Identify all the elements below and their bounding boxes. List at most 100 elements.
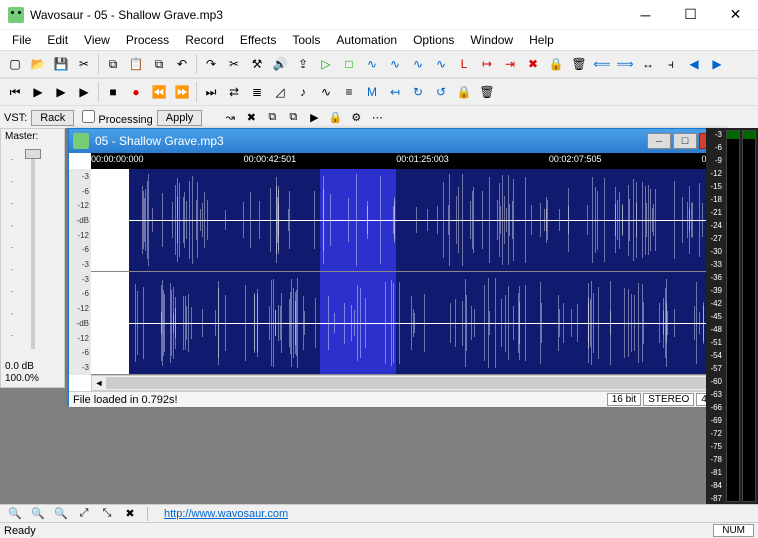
fit-sel-icon[interactable]: ⤢ bbox=[73, 506, 95, 522]
doc-maximize-button[interactable]: ☐ bbox=[673, 133, 697, 149]
arrow-r-icon[interactable]: ▶ bbox=[706, 53, 728, 75]
vst-r4-icon[interactable]: ⧉ bbox=[283, 109, 303, 127]
crop-icon[interactable]: ✂ bbox=[223, 53, 245, 75]
wavosaur-link[interactable]: http://www.wavosaur.com bbox=[164, 508, 288, 520]
vst-r5-icon[interactable]: ▶ bbox=[304, 109, 324, 127]
save-icon[interactable]: 💾 bbox=[50, 53, 72, 75]
snap-icon[interactable]: ⫞ bbox=[660, 53, 682, 75]
lock-icon[interactable]: 🔒 bbox=[545, 53, 567, 75]
marker-l-icon[interactable]: L bbox=[453, 53, 475, 75]
menu-process[interactable]: Process bbox=[118, 31, 177, 49]
redo-icon[interactable]: ↷ bbox=[200, 53, 222, 75]
spectrum-icon[interactable]: ≣ bbox=[246, 81, 268, 103]
app-status-bar: Ready NUM bbox=[0, 522, 758, 538]
scroll-thumb[interactable] bbox=[106, 377, 712, 389]
trim-icon[interactable]: ⧉ bbox=[148, 53, 170, 75]
menu-view[interactable]: View bbox=[76, 31, 118, 49]
fit-all-icon[interactable]: ⤡ bbox=[96, 506, 118, 522]
play-icon[interactable]: ▶ bbox=[27, 81, 49, 103]
menu-window[interactable]: Window bbox=[462, 31, 521, 49]
vst-r8-icon[interactable]: ⋯ bbox=[367, 109, 387, 127]
wave-l-icon[interactable]: ∿ bbox=[430, 53, 452, 75]
play-loop-icon[interactable]: ▶ bbox=[73, 81, 95, 103]
lock2-icon[interactable]: 🔒 bbox=[453, 81, 475, 103]
skip-icon[interactable]: ↔ bbox=[637, 53, 659, 75]
env-icon[interactable]: ◿ bbox=[269, 81, 291, 103]
vst-processing-checkbox[interactable]: Processing bbox=[82, 110, 152, 126]
marker-bold-icon[interactable]: ⇥ bbox=[499, 53, 521, 75]
arrow-l-icon[interactable]: ◀ bbox=[683, 53, 705, 75]
time-ruler[interactable]: 00:00:00:00000:00:42:50100:01:25:00300:0… bbox=[91, 153, 727, 169]
rewind-icon[interactable]: ⏮ bbox=[4, 81, 26, 103]
minimize-button[interactable]: ─ bbox=[623, 0, 668, 30]
doc-logo-icon bbox=[73, 133, 89, 149]
next-icon[interactable]: ⏩ bbox=[171, 81, 193, 103]
pitch-icon[interactable]: ♪ bbox=[292, 81, 314, 103]
play-green-icon[interactable]: ▷ bbox=[315, 53, 337, 75]
meter-tick: -39 bbox=[706, 286, 722, 295]
window-titlebar: Wavosaur - 05 - Shallow Grave.mp3 ─ ☐ ✕ bbox=[0, 0, 758, 30]
loop-r-icon[interactable]: ↺ bbox=[430, 81, 452, 103]
vst-rack-button[interactable]: Rack bbox=[31, 110, 74, 126]
new-icon[interactable]: ▢ bbox=[4, 53, 26, 75]
delete-icon[interactable]: 🗑 bbox=[568, 53, 590, 75]
vst-r3-icon[interactable]: ⧉ bbox=[262, 109, 282, 127]
menu-options[interactable]: Options bbox=[405, 31, 462, 49]
stop-green-icon[interactable]: □ bbox=[338, 53, 360, 75]
menu-file[interactable]: File bbox=[4, 31, 39, 49]
meter-bar-right bbox=[742, 130, 756, 502]
cut-icon[interactable]: ✂ bbox=[73, 53, 95, 75]
menu-help[interactable]: Help bbox=[521, 31, 562, 49]
doc-minimize-button[interactable]: ─ bbox=[647, 133, 671, 149]
vst-apply-button[interactable]: Apply bbox=[157, 110, 203, 126]
meter-tick: -60 bbox=[706, 377, 722, 386]
fit-x-icon[interactable]: ✖ bbox=[119, 506, 141, 522]
vst-r7-icon[interactable]: ⚙ bbox=[346, 109, 366, 127]
trash-icon[interactable]: 🗑 bbox=[476, 81, 498, 103]
close-button[interactable]: ✕ bbox=[713, 0, 758, 30]
wave-i-icon[interactable]: ∿ bbox=[384, 53, 406, 75]
prev-icon[interactable]: ⏪ bbox=[148, 81, 170, 103]
ruler-tick: 00:00:00:000 bbox=[91, 154, 144, 164]
vst-r2-icon[interactable]: ✖ bbox=[241, 109, 261, 127]
menu-tools[interactable]: Tools bbox=[284, 31, 328, 49]
vst-r6-icon[interactable]: 🔒 bbox=[325, 109, 345, 127]
marker-r-icon[interactable]: ↦ bbox=[476, 53, 498, 75]
waveform-display[interactable] bbox=[91, 169, 727, 375]
menu-edit[interactable]: Edit bbox=[39, 31, 76, 49]
horizontal-scrollbar[interactable]: ◄ ► bbox=[91, 375, 727, 391]
scroll-left-button[interactable]: ◄ bbox=[92, 376, 106, 390]
wave-s-icon[interactable]: ∿ bbox=[361, 53, 383, 75]
wave-r-icon[interactable]: ∿ bbox=[407, 53, 429, 75]
m-start-icon[interactable]: M bbox=[361, 81, 383, 103]
zoom-in-icon[interactable]: 🔍 bbox=[50, 506, 72, 522]
paste-icon[interactable]: 📋 bbox=[125, 53, 147, 75]
volume-icon[interactable]: 🔊 bbox=[269, 53, 291, 75]
zoom-out-icon[interactable]: 🔍 bbox=[4, 506, 26, 522]
menu-record[interactable]: Record bbox=[177, 31, 232, 49]
vst-r1-icon[interactable]: ↝ bbox=[220, 109, 240, 127]
marker-clear-icon[interactable]: ✖ bbox=[522, 53, 544, 75]
doc-titlebar[interactable]: 05 - Shallow Grave.mp3 ─ ☐ ✕ bbox=[69, 129, 727, 153]
skip-fwd-icon[interactable]: ⟹ bbox=[614, 53, 636, 75]
toggle-icon[interactable]: ⇄ bbox=[223, 81, 245, 103]
m-end-icon[interactable]: ↤ bbox=[384, 81, 406, 103]
undo-icon[interactable]: ↶ bbox=[171, 53, 193, 75]
menu-automation[interactable]: Automation bbox=[328, 31, 405, 49]
wave-tool-icon[interactable]: ∿ bbox=[315, 81, 337, 103]
maximize-button[interactable]: ☐ bbox=[668, 0, 713, 30]
menu-effects[interactable]: Effects bbox=[232, 31, 284, 49]
skip-back-icon[interactable]: ⟸ bbox=[591, 53, 613, 75]
export-icon[interactable]: ⇪ bbox=[292, 53, 314, 75]
eq-icon[interactable]: ≡ bbox=[338, 81, 360, 103]
properties-icon[interactable]: ⚒ bbox=[246, 53, 268, 75]
master-slider-thumb[interactable] bbox=[25, 149, 41, 159]
copy-icon[interactable]: ⧉ bbox=[102, 53, 124, 75]
open-icon[interactable]: 📂 bbox=[27, 53, 49, 75]
record-icon[interactable]: ● bbox=[125, 81, 147, 103]
zoom-sel-icon[interactable]: 🔍 bbox=[27, 506, 49, 522]
loop-l-icon[interactable]: ↻ bbox=[407, 81, 429, 103]
end-icon[interactable]: ⏭ bbox=[200, 81, 222, 103]
stop-icon[interactable]: ■ bbox=[102, 81, 124, 103]
play-sel-icon[interactable]: ▶ bbox=[50, 81, 72, 103]
